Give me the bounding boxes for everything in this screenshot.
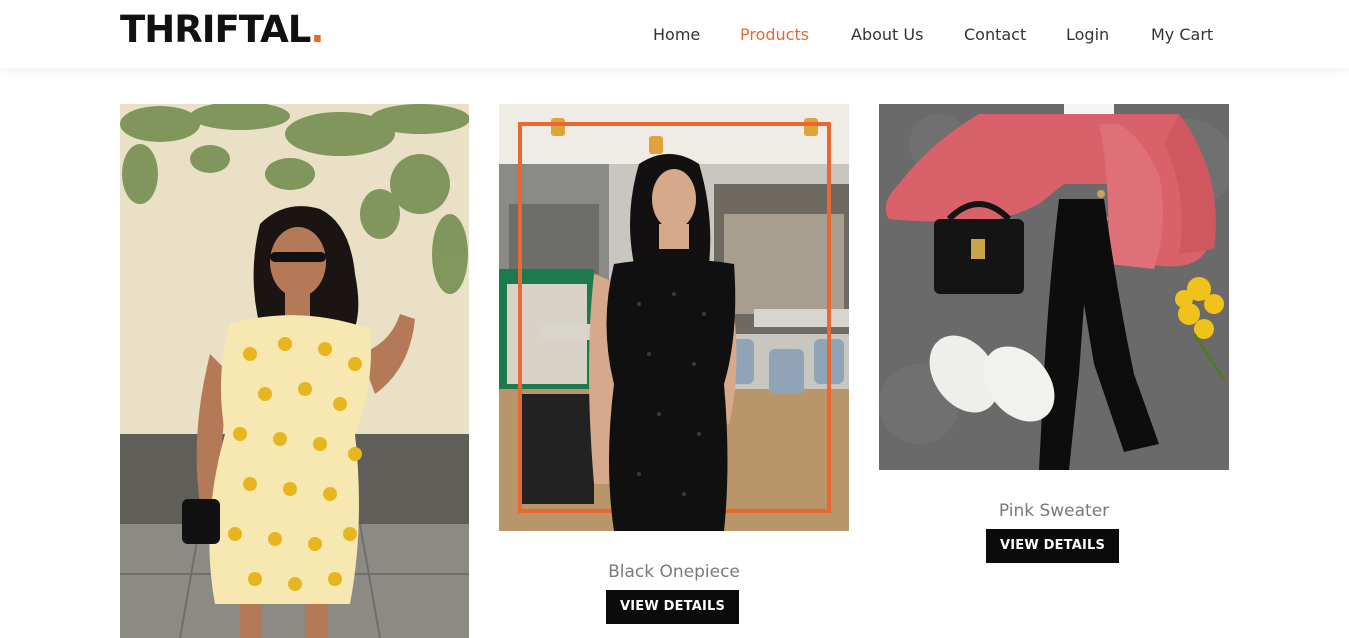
product-image-pink-sweater[interactable] bbox=[879, 104, 1229, 470]
yellow-dress-illustration bbox=[120, 104, 469, 638]
black-onepiece-illustration bbox=[499, 104, 849, 531]
product-title-pink-sweater: Pink Sweater bbox=[998, 501, 1110, 521]
view-details-button-black-onepiece[interactable]: VIEW DETAILS bbox=[606, 590, 739, 624]
view-details-button-pink-sweater[interactable]: VIEW DETAILS bbox=[986, 529, 1119, 563]
main-nav: Home Products About Us Contact Login My … bbox=[0, 25, 1349, 47]
nav-products[interactable]: Products bbox=[740, 25, 809, 44]
nav-contact[interactable]: Contact bbox=[964, 25, 1026, 44]
product-image-black-onepiece[interactable] bbox=[499, 104, 849, 531]
product-title-black-onepiece: Black Onepiece bbox=[608, 562, 740, 582]
nav-login[interactable]: Login bbox=[1066, 25, 1109, 44]
site-header: THRIFTAL. Home Products About Us Contact… bbox=[0, 0, 1349, 68]
nav-about-us[interactable]: About Us bbox=[851, 25, 923, 44]
nav-my-cart[interactable]: My Cart bbox=[1151, 25, 1213, 44]
pink-sweater-illustration bbox=[879, 104, 1229, 470]
product-image-yellow-dress[interactable] bbox=[120, 104, 469, 638]
nav-home[interactable]: Home bbox=[653, 25, 700, 44]
